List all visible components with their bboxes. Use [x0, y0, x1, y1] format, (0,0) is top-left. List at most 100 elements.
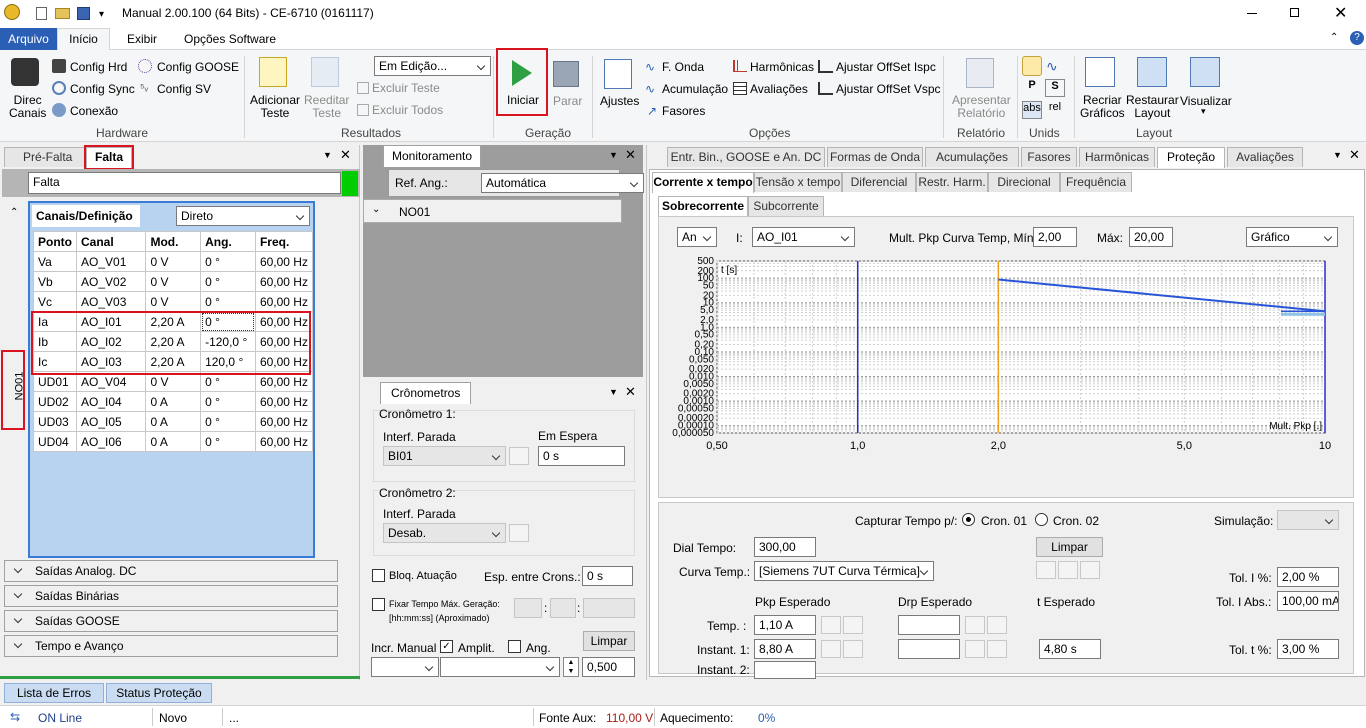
inst1-drp-field[interactable]	[898, 639, 960, 659]
table-row[interactable]: UD01 AO_V04 0 V0 ° 60,00 Hz	[33, 371, 314, 392]
acc-saidas-goose[interactable]: Saídas GOOSE	[4, 610, 338, 632]
restaurar-layout-button[interactable]: Restaurar Layout	[1126, 94, 1179, 120]
collapse-ribbon-icon[interactable]: ⌃	[1330, 32, 1338, 43]
visualizar-dropdown-icon[interactable]: ▾	[1201, 106, 1206, 117]
close-window-icon[interactable]: ✕	[1334, 3, 1347, 23]
clock-icon[interactable]	[1022, 56, 1042, 76]
table-cell[interactable]: 0 °	[200, 271, 256, 292]
acc-tempo-avanco[interactable]: Tempo e Avanço	[4, 635, 338, 657]
table-row[interactable]: Vb AO_V02 0 V0 ° 60,00 Hz	[33, 271, 314, 292]
mult-min-field[interactable]: 2,00	[1033, 227, 1077, 247]
table-cell[interactable]: 60,00 Hz	[254, 331, 314, 352]
table-row[interactable]: Ib AO_I02 2,20 A -120,0 ° 60,00 Hz	[33, 331, 314, 352]
direc-canais-button[interactable]: Direc Canais	[9, 94, 46, 120]
table-cell[interactable]: 60,00 Hz	[254, 311, 314, 332]
sub-tab[interactable]: Direcional	[988, 172, 1060, 192]
recriar-graficos-button[interactable]: Recriar Gráficos	[1080, 94, 1125, 120]
step-spinner-icon[interactable]: ▲ ▼	[563, 657, 579, 677]
ang-checkbox[interactable]	[508, 640, 521, 653]
monitor-close-icon[interactable]: ✕	[625, 147, 636, 163]
table-cell[interactable]: 0 A	[145, 411, 202, 432]
table-row[interactable]: Vc AO_V03 0 V0 ° 60,00 Hz	[33, 291, 314, 312]
espera-field[interactable]: 0 s	[538, 446, 625, 466]
menu-exibir[interactable]: Exibir	[127, 32, 157, 46]
esp-entre-field[interactable]: 0 s	[582, 566, 633, 586]
menu-inicio[interactable]: Início	[57, 28, 110, 51]
temp-drp-edit[interactable]	[987, 616, 1007, 634]
unit-rel-button[interactable]: rel	[1045, 101, 1065, 119]
fixar-tempo-checkbox[interactable]	[372, 598, 385, 611]
cron01-radio[interactable]	[962, 513, 975, 526]
simulacao-select[interactable]	[1277, 510, 1339, 530]
table-cell[interactable]: 0 A	[145, 391, 202, 412]
table-cell[interactable]: 60,00 Hz	[254, 291, 314, 312]
table-cell[interactable]: 2,20 A	[145, 351, 202, 372]
config-sync-button[interactable]: Config Sync	[70, 82, 135, 96]
acumulacao-button[interactable]: Acumulação	[662, 82, 728, 96]
parar-button[interactable]: Parar	[553, 94, 582, 108]
right-dropdown-icon[interactable]: ▼	[1333, 150, 1342, 160]
crono-limpar-button[interactable]: Limpar	[583, 631, 635, 651]
right-tab[interactable]: Avaliações	[1227, 147, 1303, 167]
temp-drp-search[interactable]	[965, 616, 985, 634]
unit-p-icon[interactable]: P	[1022, 79, 1042, 97]
right-tab[interactable]: Acumulações	[925, 147, 1019, 167]
harmonicas-button[interactable]: Harmônicas	[750, 60, 814, 74]
tol-t-pct-field[interactable]: 3,00 %	[1277, 639, 1339, 659]
tab-lista-erros[interactable]: Lista de Erros	[4, 683, 104, 703]
table-cell[interactable]: 60,00 Hz	[254, 411, 314, 432]
inst1-drp-edit[interactable]	[987, 640, 1007, 658]
table-cell[interactable]: 2,20 A	[145, 331, 202, 352]
menu-arquivo[interactable]: Arquivo	[0, 28, 57, 50]
table-cell[interactable]: -120,0 °	[200, 331, 256, 352]
table-cell[interactable]: 60,00 Hz	[254, 391, 314, 412]
avaliacoes-button[interactable]: Avaliações	[750, 82, 808, 96]
inst1-pkp-field[interactable]: 8,80 A	[754, 639, 816, 659]
incr-type-select[interactable]	[440, 657, 560, 677]
excluir-teste-button[interactable]: Excluir Teste	[372, 81, 440, 95]
acc-saidas-binarias[interactable]: Saídas Binárias	[4, 585, 338, 607]
crono-dropdown-icon[interactable]: ▼	[609, 387, 618, 397]
iniciar-button[interactable]: Iniciar	[496, 48, 548, 116]
crono1-more-button[interactable]	[509, 447, 529, 465]
f-onda-button[interactable]: F. Onda	[662, 60, 704, 74]
cron02-radio[interactable]	[1035, 513, 1048, 526]
temp-pkp-search[interactable]	[821, 616, 841, 634]
unit-s-icon[interactable]: S	[1045, 79, 1065, 97]
table-row[interactable]: UD02 AO_I04 0 A0 ° 60,00 Hz	[33, 391, 314, 412]
open-icon[interactable]	[55, 8, 70, 19]
table-cell[interactable]: 60,00 Hz	[254, 431, 314, 452]
crono2-more-button[interactable]	[509, 524, 529, 542]
mult-max-field[interactable]: 20,00	[1129, 227, 1173, 247]
table-cell[interactable]: 60,00 Hz	[254, 351, 314, 372]
fasores-button[interactable]: Fasores	[662, 104, 705, 118]
right-tab[interactable]: Harmônicas	[1079, 147, 1155, 167]
table-row[interactable]: UD04 AO_I06 0 A0 ° 60,00 Hz	[33, 431, 314, 452]
reeditar-teste-button[interactable]: Reeditar Teste	[304, 94, 349, 120]
table-cell[interactable]: 0 °	[200, 431, 256, 452]
step-field[interactable]: 0,500	[582, 657, 635, 677]
ajustar-vspc-button[interactable]: Ajustar OffSet Vspc	[836, 82, 941, 96]
table-cell[interactable]: 0 °	[200, 391, 256, 412]
table-row[interactable]: Va AO_V01 0 V0 ° 60,00 Hz	[33, 251, 314, 272]
mode-select[interactable]: Direto	[176, 206, 310, 226]
subsub-tab[interactable]: Subcorrente	[748, 196, 824, 216]
unit-abs-button[interactable]: abs	[1022, 101, 1042, 119]
temp-pkp-edit[interactable]	[843, 616, 863, 634]
inst1-pkp-search[interactable]	[821, 640, 841, 658]
temp-drp-field[interactable]	[898, 615, 960, 635]
subsub-tab[interactable]: Sobrecorrente	[658, 196, 748, 217]
dial-tempo-field[interactable]: 300,00	[754, 537, 816, 557]
wave-unit-icon[interactable]: ∿	[1046, 58, 1058, 75]
acc-saidas-analog[interactable]: Saídas Analog. DC	[4, 560, 338, 582]
an-select[interactable]: An	[677, 227, 717, 247]
sub-tab[interactable]: Diferencial	[842, 172, 916, 192]
table-cell[interactable]: 0 °	[200, 371, 256, 392]
restore-icon[interactable]	[1290, 8, 1299, 17]
bloq-atuacao-checkbox[interactable]	[372, 569, 385, 582]
inst1-drp-search[interactable]	[965, 640, 985, 658]
fixar-ss-field[interactable]	[583, 598, 635, 618]
inst2-pkp-field[interactable]	[754, 661, 816, 679]
table-cell[interactable]: 0 V	[145, 371, 202, 392]
sub-tab[interactable]: Corrente x tempo	[652, 172, 754, 193]
